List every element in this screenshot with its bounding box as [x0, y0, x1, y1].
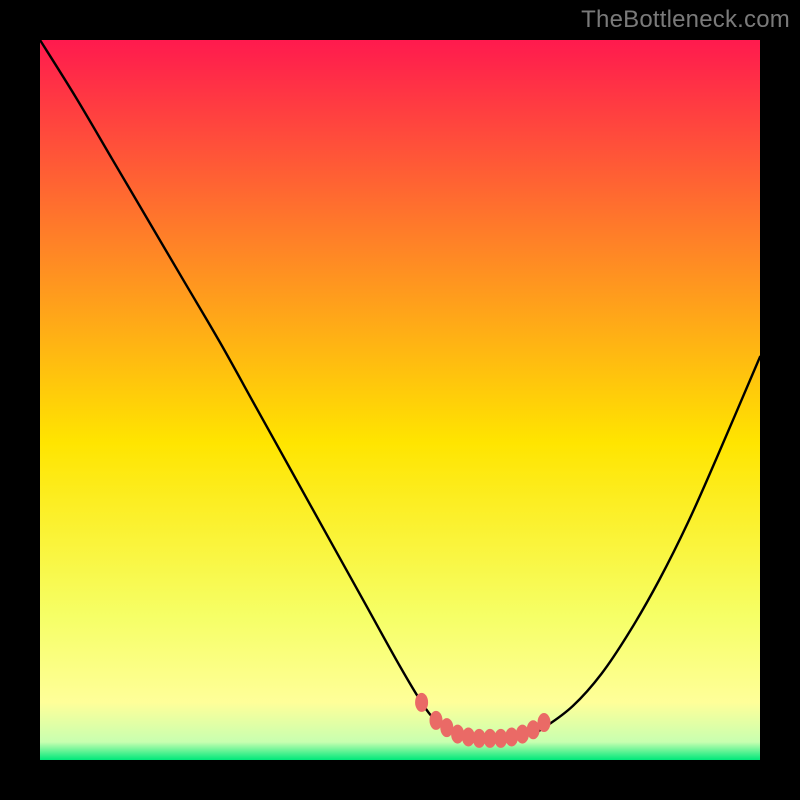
highlight-dot: [505, 727, 518, 746]
gradient-background: [40, 40, 760, 760]
watermark-text: TheBottleneck.com: [581, 6, 790, 34]
highlight-dot: [451, 725, 464, 744]
highlight-dot: [415, 693, 428, 712]
highlight-dot: [538, 713, 551, 732]
bottleneck-chart: [40, 40, 760, 760]
chart-frame: TheBottleneck.com: [0, 0, 800, 800]
